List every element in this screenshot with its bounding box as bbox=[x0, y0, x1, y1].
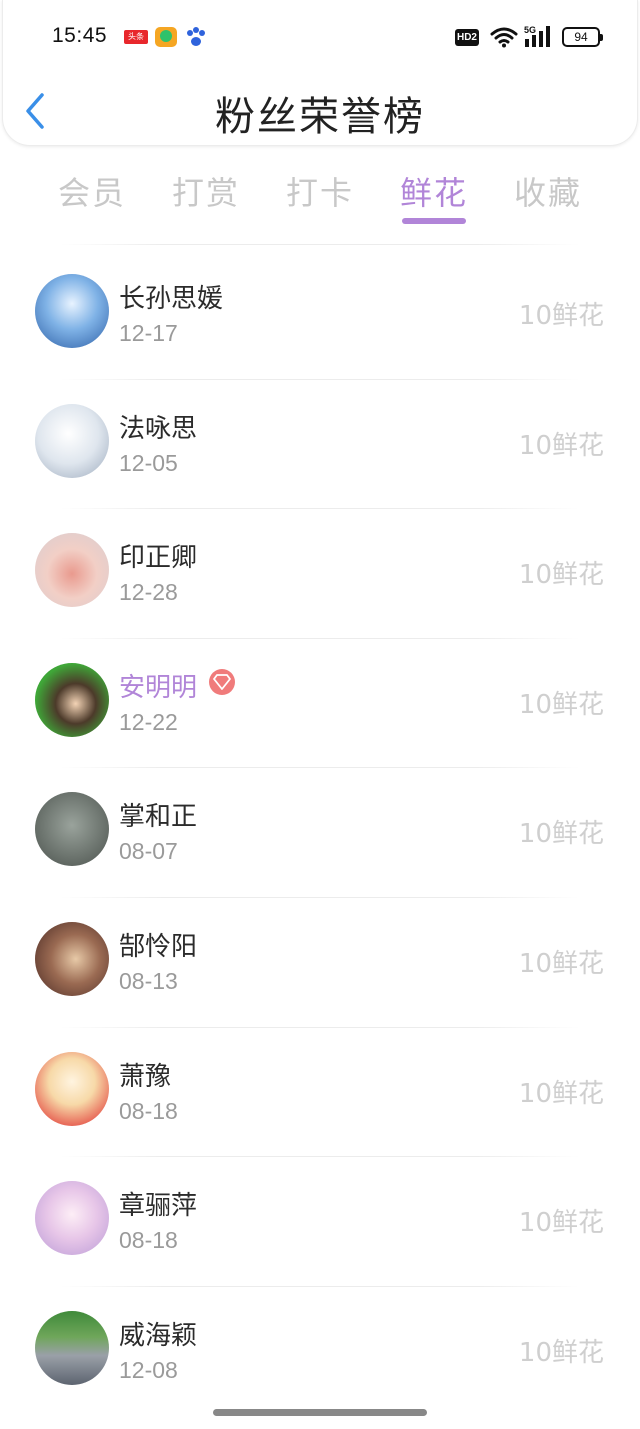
avatar[interactable] bbox=[35, 792, 109, 867]
video-app-icon bbox=[155, 27, 177, 47]
list-item[interactable]: 印正卿 12-28 10鲜花 bbox=[0, 509, 640, 639]
flower-count: 10鲜花 bbox=[518, 560, 604, 591]
svg-text:5G: 5G bbox=[524, 25, 536, 35]
flower-count: 10鲜花 bbox=[518, 301, 604, 331]
fan-date: 08-18 bbox=[119, 1227, 178, 1254]
battery-icon: 94 bbox=[562, 27, 603, 47]
fan-date: 12-17 bbox=[119, 320, 178, 346]
fan-name: 郜怜阳 bbox=[119, 931, 198, 962]
fan-date: 12-22 bbox=[119, 708, 178, 735]
list-item[interactable]: 威海颖 12-08 10鲜花 bbox=[0, 1287, 640, 1417]
vip-badge bbox=[209, 668, 235, 695]
avatar[interactable] bbox=[35, 533, 109, 608]
hd-voice-icon: HD2 bbox=[455, 29, 479, 46]
tab-favorites[interactable]: 收藏 bbox=[491, 168, 605, 214]
fan-date: 12-05 bbox=[119, 449, 178, 476]
list-item[interactable]: 掌和正 08-07 10鲜花 bbox=[0, 768, 640, 898]
active-tab-indicator bbox=[402, 218, 466, 224]
list-item[interactable]: 萧豫 08-18 10鲜花 bbox=[0, 1028, 640, 1158]
list-item[interactable]: 安明明 12-22 10鲜花 bbox=[0, 639, 640, 769]
page-title: 粉丝荣誉榜 bbox=[215, 94, 425, 140]
flower-count: 10鲜花 bbox=[518, 430, 604, 461]
signal-5g-icon: 5G bbox=[524, 25, 550, 47]
flower-count: 10鲜花 bbox=[518, 1208, 604, 1239]
diamond-icon bbox=[213, 673, 231, 690]
fan-name: 法咏思 bbox=[119, 413, 198, 444]
avatar[interactable] bbox=[35, 662, 109, 737]
tab-membership[interactable]: 会员 bbox=[35, 168, 149, 214]
flower-count: 10鲜花 bbox=[518, 689, 604, 720]
avatar[interactable] bbox=[35, 1310, 109, 1385]
list-item[interactable]: 郜怜阳 08-13 10鲜花 bbox=[0, 898, 640, 1028]
tab-tips[interactable]: 打赏 bbox=[149, 168, 263, 214]
flower-count: 10鲜花 bbox=[518, 1337, 604, 1368]
status-bar: 15:45 头条 HD2 5G 94 bbox=[0, 0, 640, 72]
fan-date: 08-07 bbox=[119, 838, 178, 865]
fan-list: 长孙思媛 12-17 10鲜花 法咏思 12-05 10鲜花 印正卿 12-28… bbox=[0, 250, 640, 1416]
tab-checkin[interactable]: 打卡 bbox=[263, 168, 377, 214]
flower-count: 10鲜花 bbox=[518, 819, 604, 850]
list-divider bbox=[60, 244, 580, 245]
flower-count: 10鲜花 bbox=[518, 1078, 604, 1109]
status-time: 15:45 bbox=[52, 24, 108, 47]
list-item[interactable]: 法咏思 12-05 10鲜花 bbox=[0, 380, 640, 510]
home-indicator[interactable] bbox=[213, 1409, 427, 1416]
fan-name: 章骊萍 bbox=[119, 1191, 198, 1222]
toutiao-icon: 头条 bbox=[124, 30, 148, 44]
flower-count: 10鲜花 bbox=[518, 948, 604, 979]
avatar[interactable] bbox=[35, 921, 109, 996]
fan-date: 08-13 bbox=[119, 967, 178, 994]
list-item[interactable]: 长孙思媛 12-17 10鲜花 bbox=[0, 250, 640, 380]
wifi-icon bbox=[490, 27, 518, 48]
avatar[interactable] bbox=[35, 403, 109, 478]
avatar[interactable] bbox=[35, 1181, 109, 1256]
fan-name: 威海颖 bbox=[119, 1320, 198, 1351]
fan-date: 12-28 bbox=[119, 579, 178, 606]
tab-bar: 会员 打赏 打卡 鲜花 收藏 bbox=[35, 160, 605, 230]
avatar[interactable] bbox=[35, 1051, 109, 1126]
tab-flowers[interactable]: 鲜花 bbox=[377, 168, 491, 214]
fan-name: 印正卿 bbox=[119, 543, 198, 574]
fan-name: 掌和正 bbox=[119, 802, 198, 833]
baidu-icon bbox=[186, 27, 206, 47]
list-item[interactable]: 章骊萍 08-18 10鲜花 bbox=[0, 1157, 640, 1287]
fan-date: 12-08 bbox=[119, 1356, 178, 1383]
fan-name: 萧豫 bbox=[119, 1061, 172, 1092]
fan-name: 长孙思媛 bbox=[119, 284, 224, 314]
fan-name: 安明明 bbox=[119, 672, 198, 703]
fan-date: 08-18 bbox=[119, 1097, 178, 1124]
avatar[interactable] bbox=[35, 274, 109, 348]
